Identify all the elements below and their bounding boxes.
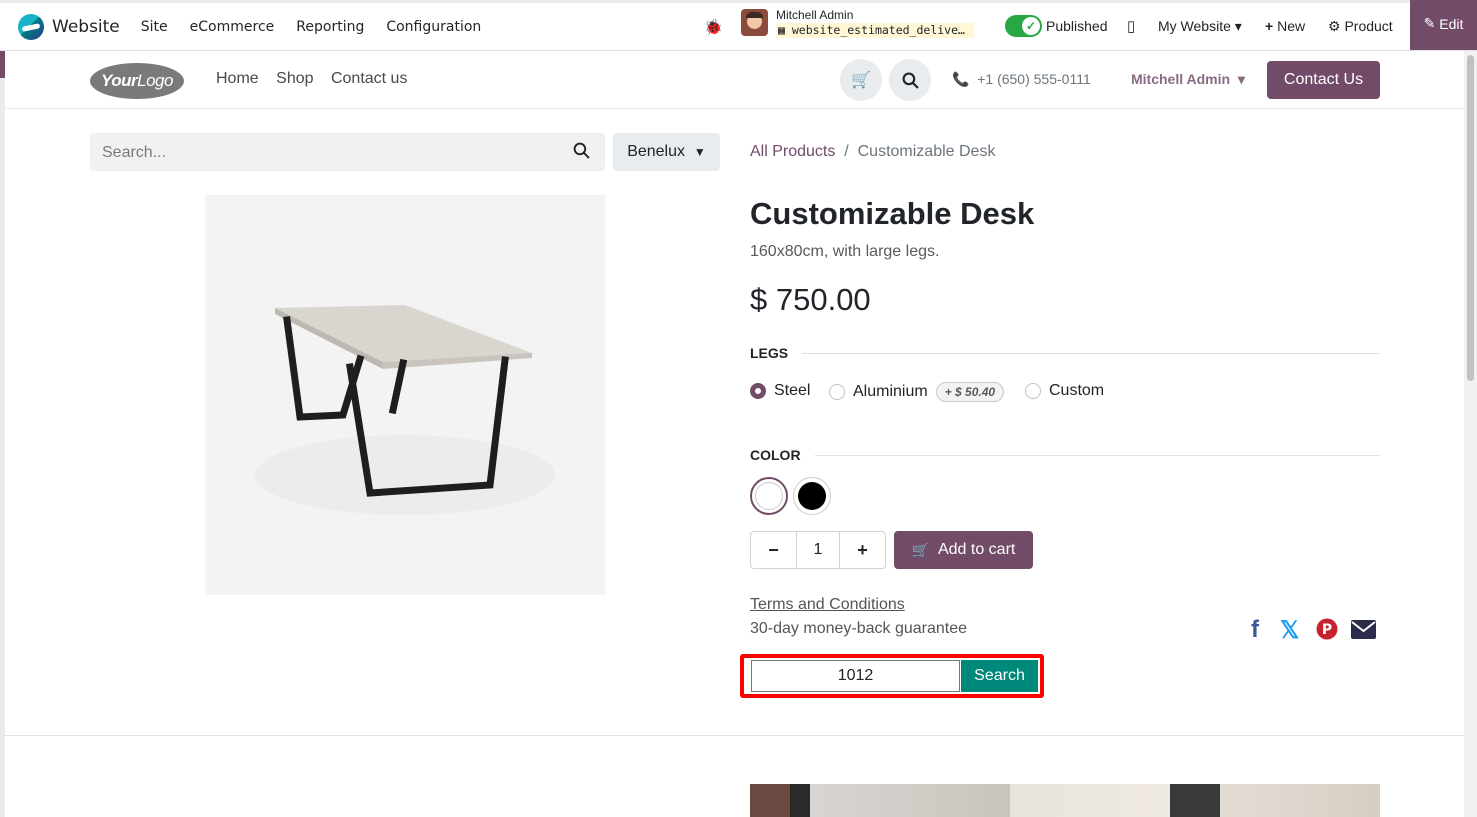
cart-icon: 🛒 [911, 541, 930, 558]
publish-toggle[interactable]: ✓ [1005, 15, 1042, 37]
admin-menu: Site eCommerce Reporting Configuration [141, 19, 504, 35]
product-search-input[interactable]: Search... [90, 133, 605, 171]
search-icon[interactable] [573, 142, 590, 159]
color-attribute-label: COLOR [750, 447, 1380, 463]
database-name: ▦ website_estimated_delive… [776, 23, 974, 38]
product-image[interactable] [205, 195, 605, 595]
test-search-input[interactable]: 1012 [751, 660, 960, 692]
radio[interactable] [1025, 383, 1041, 399]
nav-contact[interactable]: Contact us [331, 70, 407, 87]
plus-icon: + [857, 539, 868, 560]
radio[interactable] [829, 384, 845, 400]
desk-illustration [255, 305, 555, 515]
website-app-icon [18, 13, 44, 40]
pricelist-dropdown[interactable]: Benelux ▼ [613, 133, 720, 171]
color-swatch-black[interactable] [793, 477, 831, 515]
minus-icon: − [768, 539, 779, 560]
app-brand[interactable]: Website [18, 13, 120, 40]
menu-configuration[interactable]: Configuration [386, 19, 481, 35]
check-icon: ✓ [1022, 17, 1040, 35]
avatar [741, 9, 768, 36]
search-placeholder: Search... [102, 144, 167, 161]
app-name: Website [52, 16, 120, 37]
product-description: 160x80cm, with large legs. [750, 243, 940, 260]
contact-us-button[interactable]: Contact Us [1267, 61, 1380, 99]
phone-icon: 📞 [952, 71, 970, 87]
menu-ecommerce[interactable]: eCommerce [190, 19, 275, 35]
guarantee-text: 30-day money-back guarantee [750, 620, 968, 637]
user-name: Mitchell Admin [776, 8, 854, 22]
section-divider [5, 735, 1464, 736]
add-to-cart-button[interactable]: 🛒 Add to cart [894, 531, 1033, 569]
scrollbar[interactable] [1464, 51, 1477, 817]
caret-down-icon: ▾ [1237, 71, 1245, 87]
legs-option-aluminium[interactable]: Aluminium + $ 50.40 [829, 382, 1005, 402]
decrease-quantity-button[interactable]: − [751, 532, 796, 568]
search-button[interactable] [889, 59, 931, 101]
pinterest-icon[interactable]: P [1316, 618, 1338, 640]
menu-site[interactable]: Site [141, 19, 168, 35]
published-label: Published [1046, 18, 1108, 34]
user-menu[interactable]: Mitchell Admin ▦ website_estimated_deliv… [741, 8, 974, 38]
admin-navbar: Website Site eCommerce Reporting Configu… [0, 0, 1477, 51]
new-button[interactable]: + New [1265, 18, 1305, 34]
nav-user-dropdown[interactable]: Mitchell Admin ▾ [1131, 71, 1245, 88]
terms-link[interactable]: Terms and Conditions [750, 596, 905, 614]
facebook-icon[interactable]: f [1251, 616, 1259, 644]
section-image [750, 784, 1380, 817]
cart-button[interactable]: 🛒 [840, 59, 882, 101]
site-logo[interactable]: Your Logo [90, 63, 184, 99]
x-twitter-icon[interactable]: 𝕏 [1280, 616, 1299, 645]
email-icon[interactable] [1351, 620, 1376, 639]
pencil-icon: ✎ [1423, 15, 1436, 31]
plus-icon: + [1265, 18, 1274, 34]
gear-icon: ⚙ [1328, 18, 1341, 34]
breadcrumb-all-products[interactable]: All Products [750, 143, 835, 160]
product-price: $ 750.00 [750, 282, 871, 317]
cart-icon: 🛒 [851, 72, 871, 89]
edit-button[interactable]: ✎ Edit [1410, 0, 1477, 50]
breadcrumb-current: Customizable Desk [857, 143, 996, 160]
nav-home[interactable]: Home [216, 70, 259, 87]
scrollbar-thumb[interactable] [1467, 55, 1474, 381]
caret-down-icon: ▼ [693, 145, 706, 159]
mobile-preview-icon[interactable]: ▯ [1127, 17, 1135, 35]
color-swatch-white[interactable] [750, 477, 788, 515]
phone-link[interactable]: 📞 +1 (650) 555-0111 [952, 71, 1091, 88]
product-title: Customizable Desk [750, 196, 1035, 231]
left-edge [0, 51, 5, 817]
svg-text:P: P [1322, 622, 1332, 638]
legs-attribute-label: LEGS [750, 345, 1380, 361]
test-search-button[interactable]: Search [961, 660, 1038, 692]
increase-quantity-button[interactable]: + [840, 532, 885, 568]
website-header: Your Logo Home Shop Contact us 🛒 📞 +1 (65… [5, 51, 1464, 109]
caret-down-icon: ▾ [1234, 18, 1242, 34]
website-switcher[interactable]: My Website ▾ [1158, 18, 1242, 35]
product-button[interactable]: ⚙ Product [1328, 18, 1393, 35]
price-extra-badge: + $ 50.40 [935, 382, 1005, 402]
quantity-input[interactable]: 1 [796, 532, 840, 568]
search-icon [902, 72, 919, 89]
nav-shop[interactable]: Shop [276, 70, 313, 87]
quantity-stepper: − 1 + [750, 531, 886, 569]
legs-option-custom[interactable]: Custom [1025, 382, 1104, 400]
site-nav-links: Home Shop Contact us [216, 70, 420, 88]
radio-selected[interactable] [750, 383, 766, 399]
menu-reporting[interactable]: Reporting [296, 19, 364, 35]
debug-bug-icon[interactable]: 🐞 [704, 18, 723, 36]
legs-option-steel[interactable]: Steel [750, 382, 810, 400]
breadcrumb: All Products / Customizable Desk [750, 143, 996, 160]
